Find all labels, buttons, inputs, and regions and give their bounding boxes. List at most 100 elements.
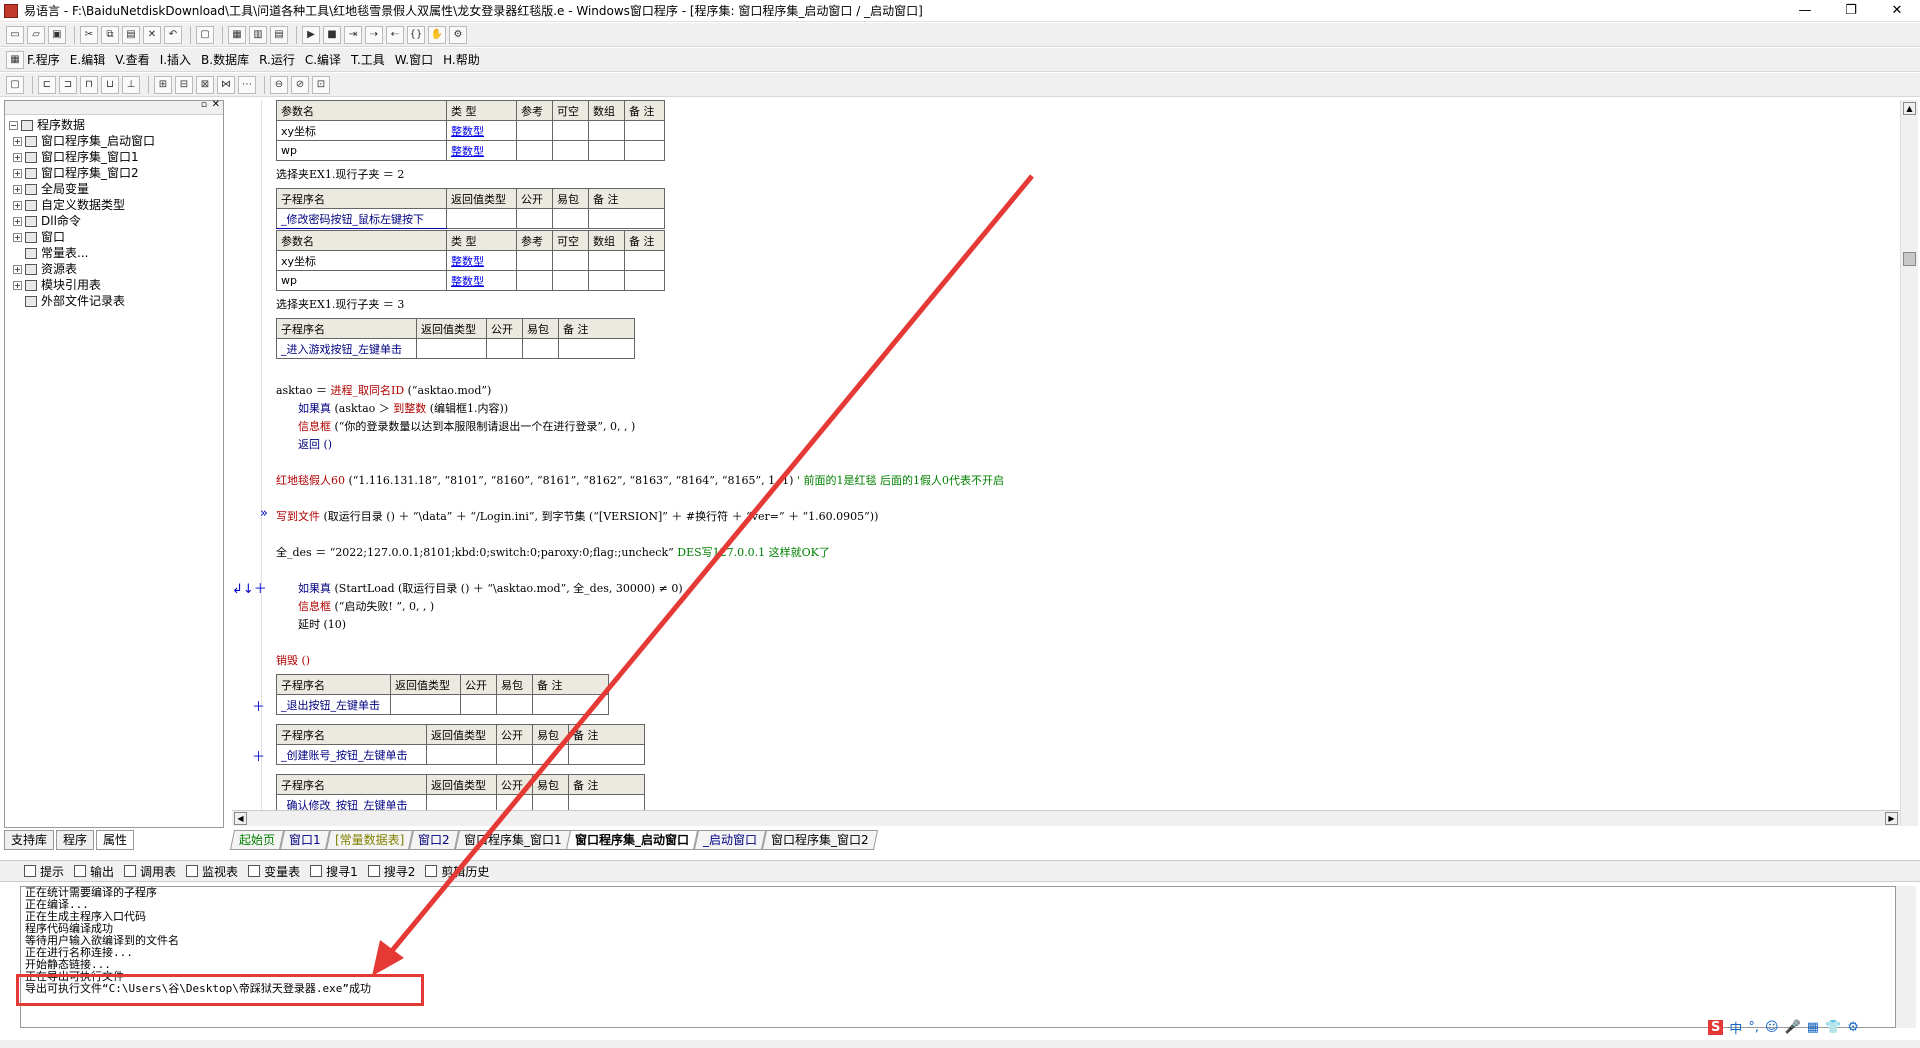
same-width-icon[interactable]: ⊞ xyxy=(154,75,172,94)
mic-icon[interactable]: 🎤 xyxy=(1785,1020,1801,1035)
punctuation-icon[interactable]: °, xyxy=(1748,1020,1759,1035)
menu-tools[interactable]: T.工具 xyxy=(351,51,385,68)
tree-item[interactable]: + 全局变量 xyxy=(9,181,223,197)
menu-view[interactable]: V.查看 xyxy=(115,51,149,68)
tab-window2[interactable]: 窗口2 xyxy=(408,830,459,850)
sogou-icon[interactable]: S xyxy=(1708,1019,1724,1035)
cut-icon[interactable]: ✂ xyxy=(80,25,98,44)
same-height-icon[interactable]: ⊟ xyxy=(175,75,193,94)
menu-edit[interactable]: E.编辑 xyxy=(70,51,105,68)
run-icon[interactable]: ▶ xyxy=(302,25,320,44)
layout2-icon[interactable]: ▥ xyxy=(249,25,267,44)
tab-clip-history[interactable]: 剪辑历史 xyxy=(425,863,489,880)
editor-vertical-scrollbar[interactable]: ▲ xyxy=(1900,100,1918,826)
menu-window[interactable]: W.窗口 xyxy=(395,51,433,68)
tab-call-table[interactable]: 调用表 xyxy=(124,863,176,880)
align-bottom-icon[interactable]: ⊥ xyxy=(122,75,140,94)
tab-output[interactable]: 输出 xyxy=(74,863,114,880)
compile-icon[interactable]: ⚙ xyxy=(449,25,467,44)
paste-icon[interactable]: ▤ xyxy=(122,25,140,44)
keyboard-icon[interactable]: ▦ xyxy=(1807,1020,1819,1035)
tab-search1[interactable]: 搜寻1 xyxy=(310,863,358,880)
tab-search2[interactable]: 搜寻2 xyxy=(367,863,415,880)
tab-start-window[interactable]: _启动窗口 xyxy=(694,830,767,850)
align-center-icon[interactable]: ⊐ xyxy=(59,75,77,94)
menu-insert[interactable]: I.插入 xyxy=(160,51,191,68)
new-file-icon[interactable]: ▭ xyxy=(6,25,24,44)
tree-item[interactable]: + 模块引用表 xyxy=(9,277,223,293)
window-icon[interactable]: ▢ xyxy=(196,25,214,44)
tree-item[interactable]: + 资源表 xyxy=(9,261,223,277)
tab-watch[interactable]: 监视表 xyxy=(186,863,238,880)
align-top-icon[interactable]: ⊓ xyxy=(80,75,98,94)
expand-marker[interactable]: ＋ xyxy=(252,696,265,715)
same-size-icon[interactable]: ⊠ xyxy=(196,75,214,94)
menu-program[interactable]: F.程序 xyxy=(27,51,60,68)
output-log[interactable]: 正在统计需要编译的子程序 正在编译... 正在生成主程序入口代码 程序代码编译成… xyxy=(20,886,1896,1028)
copy-icon[interactable]: ⧉ xyxy=(101,25,119,44)
menu-database[interactable]: B.数据库 xyxy=(201,51,249,68)
delete-icon[interactable]: ✕ xyxy=(143,25,161,44)
tree-item[interactable]: + 窗口程序集_启动窗口 xyxy=(9,133,223,149)
tree-item[interactable]: + 窗口程序集_窗口1 xyxy=(9,149,223,165)
tab-window1[interactable]: 窗口1 xyxy=(279,830,330,850)
tab-support-lib[interactable]: 支持库 xyxy=(4,830,55,850)
align-icon[interactable]: ▢ xyxy=(6,75,24,94)
align-middle-icon[interactable]: ⊔ xyxy=(101,75,119,94)
tab-start-page[interactable]: 起始页 xyxy=(229,830,285,850)
tree-item[interactable]: + 自定义数据类型 xyxy=(9,197,223,213)
panel-close-icon[interactable]: ✕ xyxy=(212,99,220,110)
tab-hint[interactable]: 提示 xyxy=(24,863,64,880)
tab-constant-table[interactable]: [常量数据表] xyxy=(325,830,414,850)
open-file-icon[interactable]: ▱ xyxy=(27,25,45,44)
emoji-icon[interactable]: ☺ xyxy=(1765,1020,1779,1035)
hspace-icon[interactable]: ⋈ xyxy=(217,75,235,94)
menu-run[interactable]: R.运行 xyxy=(259,51,295,68)
expand-marker[interactable]: ＋ xyxy=(252,746,265,765)
tree-root[interactable]: − 程序数据 xyxy=(9,117,223,133)
tree-item[interactable]: +外部文件记录表 xyxy=(9,293,223,309)
layout1-icon[interactable]: ▦ xyxy=(228,25,246,44)
close-button[interactable]: ✕ xyxy=(1874,0,1920,22)
tab-module-start-window[interactable]: 窗口程序集_启动窗口 xyxy=(566,830,699,850)
type-link[interactable]: 整数型 xyxy=(446,270,517,291)
code-editor[interactable]: 参数名类 型参考 可空 数组备 注 xy坐标 整数型 wp 整数型 选择夹EX1.现行子… xyxy=(232,100,1900,810)
type-link[interactable]: 整数型 xyxy=(446,140,517,161)
tab-properties[interactable]: 属性 xyxy=(96,830,135,850)
save-icon[interactable]: ▣ xyxy=(48,25,66,44)
breakpoint-icon[interactable]: {} xyxy=(407,25,425,44)
minimize-button[interactable]: — xyxy=(1782,0,1828,22)
vspace-icon[interactable]: ⋯ xyxy=(238,75,256,94)
tree-item[interactable]: + 窗口 xyxy=(9,229,223,245)
tab-module-window1[interactable]: 窗口程序集_窗口1 xyxy=(454,830,571,850)
maximize-button[interactable]: ❐ xyxy=(1828,0,1874,22)
tab-program[interactable]: 程序 xyxy=(56,830,95,850)
stop-icon[interactable]: ■ xyxy=(323,25,341,44)
grid-icon[interactable]: ⊡ xyxy=(312,75,330,94)
tree-item[interactable]: + 窗口程序集_窗口2 xyxy=(9,165,223,181)
type-link[interactable]: 整数型 xyxy=(446,120,517,141)
tab-variables[interactable]: 变量表 xyxy=(248,863,300,880)
editor-horizontal-scrollbar[interactable]: ◀ ▶ xyxy=(232,810,1900,826)
settings-icon[interactable]: ⚙ xyxy=(1847,1020,1859,1035)
menu-help[interactable]: H.帮助 xyxy=(443,51,480,68)
hand-icon[interactable]: ✋ xyxy=(428,25,446,44)
align-left-icon[interactable]: ⊏ xyxy=(38,75,56,94)
breakpoint-marker[interactable]: » xyxy=(260,506,268,521)
undo-icon[interactable]: ↶ xyxy=(164,25,182,44)
output-scrollbar[interactable] xyxy=(1896,886,1916,1028)
menu-compile[interactable]: C.编译 xyxy=(305,51,341,68)
tree-item[interactable]: + Dll命令 xyxy=(9,213,223,229)
flow-marker[interactable]: ↲↓＋ xyxy=(232,578,267,597)
step-icon[interactable]: ⇥ xyxy=(344,25,362,44)
step-out-icon[interactable]: ⇠ xyxy=(386,25,404,44)
tab-module-window2[interactable]: 窗口程序集_窗口2 xyxy=(762,830,879,850)
panel-pin-icon[interactable]: ▫ xyxy=(201,100,207,110)
layout3-icon[interactable]: ▤ xyxy=(270,25,288,44)
chinese-mode-icon[interactable]: 中 xyxy=(1729,1018,1742,1037)
skin-icon[interactable]: 👕 xyxy=(1825,1020,1841,1035)
scroll-thumb[interactable] xyxy=(1903,252,1916,266)
tree-item[interactable]: +常量表... xyxy=(9,245,223,261)
type-link[interactable]: 整数型 xyxy=(446,250,517,271)
step-over-icon[interactable]: ⇢ xyxy=(365,25,383,44)
